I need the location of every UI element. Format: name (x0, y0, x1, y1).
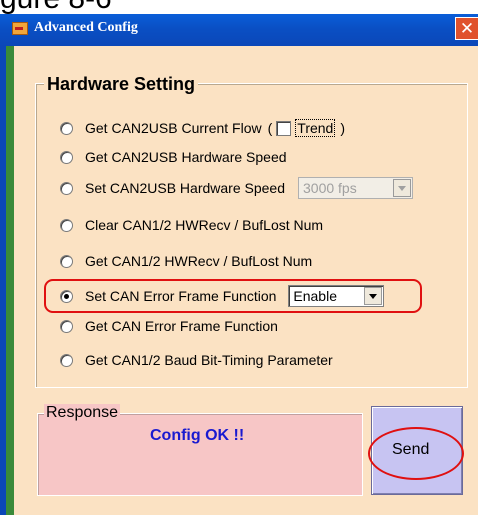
radio-set-hardware-speed[interactable] (60, 181, 73, 195)
highlight-annotation (44, 279, 422, 313)
option-label: Get CAN Error Frame Function (85, 318, 278, 334)
paren-open: ( (267, 120, 273, 136)
option-get-baud-timing[interactable]: Get CAN1/2 Baud Bit-Timing Parameter (60, 348, 333, 372)
radio-get-hwrecv[interactable] (60, 254, 73, 268)
hardware-setting-title: Hardware Setting (44, 74, 199, 95)
option-get-current-flow[interactable]: Get CAN2USB Current Flow ( Trend ) (60, 116, 345, 140)
radio-get-baud-timing[interactable] (60, 353, 73, 367)
radio-get-error-frame[interactable] (60, 319, 73, 333)
option-label: Get CAN2USB Hardware Speed (85, 149, 287, 165)
trend-label[interactable]: Trend (295, 119, 336, 137)
trend-checkbox[interactable] (276, 120, 292, 136)
radio-get-hardware-speed[interactable] (60, 150, 73, 164)
cut-off-caption: gure 8-6 (0, 0, 478, 14)
option-label: Set CAN2USB Hardware Speed (85, 180, 285, 196)
close-button[interactable]: ✕ (455, 17, 478, 40)
option-get-hwrecv[interactable]: Get CAN1/2 HWRecv / BufLost Num (60, 249, 312, 273)
option-get-hardware-speed[interactable]: Get CAN2USB Hardware Speed (60, 145, 287, 169)
option-get-error-frame[interactable]: Get CAN Error Frame Function (60, 314, 278, 338)
option-label: Get CAN1/2 Baud Bit-Timing Parameter (85, 352, 333, 368)
response-title: Response (44, 404, 121, 422)
hardware-speed-select[interactable]: 3000 fps (298, 177, 413, 199)
radio-get-current-flow[interactable] (60, 121, 73, 135)
caption-text: gure 8-6 (0, 0, 112, 14)
chevron-down-icon[interactable] (393, 179, 411, 197)
paren-close: ) (340, 120, 346, 136)
option-label: Clear CAN1/2 HWRecv / BufLost Num (85, 217, 324, 233)
response-group (37, 413, 363, 496)
window-title: Advanced Config (34, 20, 138, 35)
hardware-speed-value: 3000 fps (303, 180, 357, 196)
window-left-edge (6, 46, 14, 515)
send-highlight-annotation (368, 427, 464, 480)
option-set-hardware-speed[interactable]: Set CAN2USB Hardware Speed 3000 fps (60, 176, 413, 200)
radio-clear-hwrecv[interactable] (60, 218, 73, 232)
option-clear-hwrecv[interactable]: Clear CAN1/2 HWRecv / BufLost Num (60, 213, 323, 237)
option-label: Get CAN1/2 HWRecv / BufLost Num (85, 253, 313, 269)
app-icon (12, 22, 28, 35)
response-message: Config OK !! (150, 427, 245, 444)
option-label: Get CAN2USB Current Flow (85, 120, 262, 136)
